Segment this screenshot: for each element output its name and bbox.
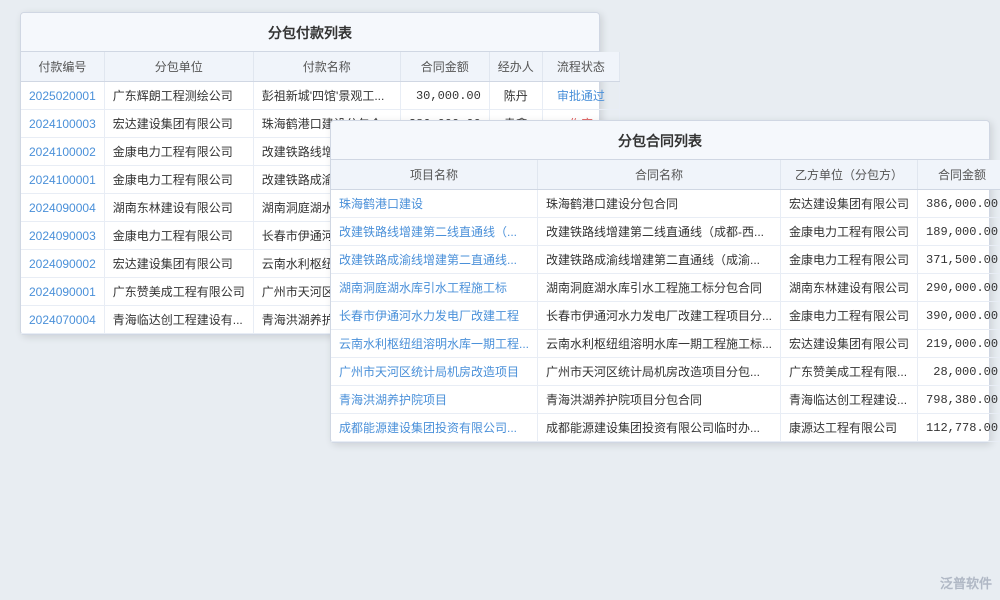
- contract-cell: 长春市伊通河水力发电厂改建工程项目分...: [538, 302, 781, 330]
- payment-cell: 广东辉朗工程测绘公司: [104, 82, 253, 110]
- contract-panel-title: 分包合同列表: [331, 121, 989, 160]
- contract-row: 改建铁路成渝线增建第二直通线...改建铁路成渝线增建第二直通线（成渝...金康电…: [331, 246, 1000, 274]
- payment-cell[interactable]: 2024100003: [21, 110, 104, 138]
- contract-cell[interactable]: 珠海鹤港口建设: [331, 190, 538, 218]
- contract-row: 湖南洞庭湖水库引水工程施工标湖南洞庭湖水库引水工程施工标分包合同湖南东林建设有限…: [331, 274, 1000, 302]
- contract-cell: 金康电力工程有限公司: [781, 218, 918, 246]
- contract-cell: 改建铁路成渝线增建第二直通线（成渝...: [538, 246, 781, 274]
- contract-cell: 广州市天河区统计局机房改造项目分包...: [538, 358, 781, 386]
- payment-header: 付款编号分包单位付款名称合同金额经办人流程状态: [21, 52, 619, 82]
- contract-cell[interactable]: 长春市伊通河水力发电厂改建工程: [331, 302, 538, 330]
- contract-cell[interactable]: 改建铁路成渝线增建第二直通线...: [331, 246, 538, 274]
- contract-cell: 金康电力工程有限公司: [781, 246, 918, 274]
- payment-cell[interactable]: 2024070004: [21, 306, 104, 334]
- contract-cell: 371,500.00: [918, 246, 1000, 274]
- payment-cell: 陈丹: [489, 82, 542, 110]
- payment-cell: 广东赞美成工程有限公司: [104, 278, 253, 306]
- payment-cell[interactable]: 2024090002: [21, 250, 104, 278]
- contract-col-header: 合同金额: [918, 160, 1000, 190]
- contract-cell[interactable]: 广州市天河区统计局机房改造项目: [331, 358, 538, 386]
- contract-cell: 宏达建设集团有限公司: [781, 330, 918, 358]
- contract-col-header: 合同名称: [538, 160, 781, 190]
- payment-cell: 金康电力工程有限公司: [104, 222, 253, 250]
- contract-row: 青海洪湖养护院项目青海洪湖养护院项目分包合同青海临达创工程建设...798,38…: [331, 386, 1000, 414]
- contract-cell: 湖南洞庭湖水库引水工程施工标分包合同: [538, 274, 781, 302]
- contract-table: 项目名称合同名称乙方单位（分包方）合同金额签订人流程状态 珠海鹤港口建设珠海鹤港…: [331, 160, 1000, 442]
- contract-cell: 798,380.00: [918, 386, 1000, 414]
- payment-col-header: 分包单位: [104, 52, 253, 82]
- payment-cell: 青海临达创工程建设有...: [104, 306, 253, 334]
- payment-cell: 湖南东林建设有限公司: [104, 194, 253, 222]
- payment-cell[interactable]: 2024090003: [21, 222, 104, 250]
- contract-cell[interactable]: 成都能源建设集团投资有限公司...: [331, 414, 538, 442]
- payment-cell: 宏达建设集团有限公司: [104, 110, 253, 138]
- payment-col-header: 经办人: [489, 52, 542, 82]
- contract-cell: 219,000.00: [918, 330, 1000, 358]
- payment-cell[interactable]: 2024100002: [21, 138, 104, 166]
- contract-cell: 珠海鹤港口建设分包合同: [538, 190, 781, 218]
- contract-panel: 分包合同列表 项目名称合同名称乙方单位（分包方）合同金额签订人流程状态 珠海鹤港…: [330, 120, 990, 443]
- contract-cell: 28,000.00: [918, 358, 1000, 386]
- payment-panel-title: 分包付款列表: [21, 13, 599, 52]
- contract-row: 云南水利枢纽组溶明水库一期工程...云南水利枢纽组溶明水库一期工程施工标...宏…: [331, 330, 1000, 358]
- payment-col-header: 合同金额: [400, 52, 489, 82]
- contract-cell: 改建铁路线增建第二线直通线（成都-西...: [538, 218, 781, 246]
- contract-cell[interactable]: 改建铁路线增建第二线直通线（...: [331, 218, 538, 246]
- payment-cell: 宏达建设集团有限公司: [104, 250, 253, 278]
- contract-cell: 青海临达创工程建设...: [781, 386, 918, 414]
- contract-cell: 金康电力工程有限公司: [781, 302, 918, 330]
- contract-col-header: 乙方单位（分包方）: [781, 160, 918, 190]
- payment-cell[interactable]: 2024090001: [21, 278, 104, 306]
- contract-cell[interactable]: 云南水利枢纽组溶明水库一期工程...: [331, 330, 538, 358]
- contract-cell: 康源达工程有限公司: [781, 414, 918, 442]
- payment-row: 2025020001广东辉朗工程测绘公司彭祖新城'四馆'景观工...30,000…: [21, 82, 619, 110]
- contract-cell[interactable]: 湖南洞庭湖水库引水工程施工标: [331, 274, 538, 302]
- payment-col-header: 付款编号: [21, 52, 104, 82]
- contract-col-header: 项目名称: [331, 160, 538, 190]
- payment-cell: 彭祖新城'四馆'景观工...: [253, 82, 400, 110]
- contract-row: 长春市伊通河水力发电厂改建工程长春市伊通河水力发电厂改建工程项目分...金康电力…: [331, 302, 1000, 330]
- contract-cell: 386,000.00: [918, 190, 1000, 218]
- contract-cell: 青海洪湖养护院项目分包合同: [538, 386, 781, 414]
- payment-cell[interactable]: 2024100001: [21, 166, 104, 194]
- contract-header: 项目名称合同名称乙方单位（分包方）合同金额签订人流程状态: [331, 160, 1000, 190]
- watermark: 泛普软件: [940, 573, 992, 592]
- contract-cell[interactable]: 青海洪湖养护院项目: [331, 386, 538, 414]
- contract-cell: 成都能源建设集团投资有限公司临时办...: [538, 414, 781, 442]
- payment-col-header: 流程状态: [542, 52, 619, 82]
- contract-row: 成都能源建设集团投资有限公司...成都能源建设集团投资有限公司临时办...康源达…: [331, 414, 1000, 442]
- contract-row: 珠海鹤港口建设珠海鹤港口建设分包合同宏达建设集团有限公司386,000.00林康…: [331, 190, 1000, 218]
- payment-cell[interactable]: 2025020001: [21, 82, 104, 110]
- contract-body: 珠海鹤港口建设珠海鹤港口建设分包合同宏达建设集团有限公司386,000.00林康…: [331, 190, 1000, 442]
- contract-cell: 189,000.00: [918, 218, 1000, 246]
- payment-cell: 审批通过: [542, 82, 619, 110]
- contract-cell: 云南水利枢纽组溶明水库一期工程施工标...: [538, 330, 781, 358]
- contract-cell: 广东赞美成工程有限...: [781, 358, 918, 386]
- payment-col-header: 付款名称: [253, 52, 400, 82]
- payment-cell[interactable]: 2024090004: [21, 194, 104, 222]
- payment-cell: 30,000.00: [400, 82, 489, 110]
- contract-row: 改建铁路线增建第二线直通线（...改建铁路线增建第二线直通线（成都-西...金康…: [331, 218, 1000, 246]
- contract-cell: 390,000.00: [918, 302, 1000, 330]
- payment-cell: 金康电力工程有限公司: [104, 138, 253, 166]
- contract-cell: 湖南东林建设有限公司: [781, 274, 918, 302]
- contract-row: 广州市天河区统计局机房改造项目广州市天河区统计局机房改造项目分包...广东赞美成…: [331, 358, 1000, 386]
- contract-cell: 宏达建设集团有限公司: [781, 190, 918, 218]
- contract-cell: 112,778.00: [918, 414, 1000, 442]
- contract-cell: 290,000.00: [918, 274, 1000, 302]
- payment-cell: 金康电力工程有限公司: [104, 166, 253, 194]
